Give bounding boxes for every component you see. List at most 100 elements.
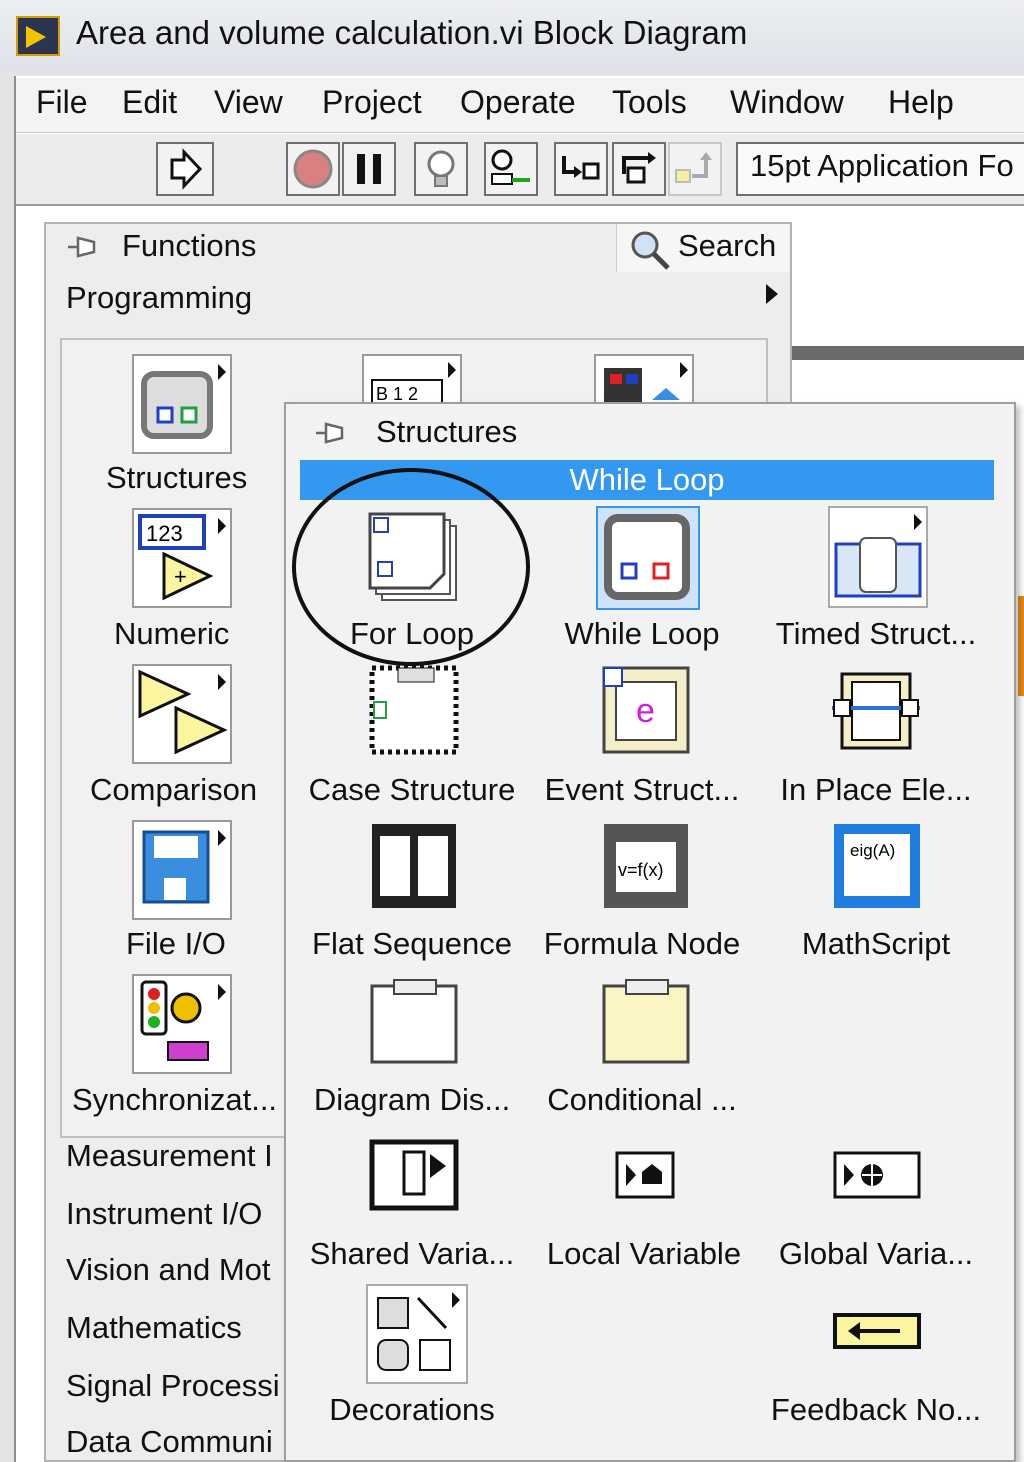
event-structure-item[interactable]: e: [600, 664, 692, 756]
conditional-disable-icon: [602, 979, 690, 1064]
category-comparison-label: Comparison: [90, 772, 258, 807]
category-numeric[interactable]: 123 +: [132, 508, 232, 608]
stop-icon: [293, 149, 333, 189]
local-variable-label: Local Variable: [546, 1236, 742, 1271]
highlight-execution-button[interactable]: [414, 142, 468, 196]
flat-sequence-icon: [372, 824, 456, 908]
palette-item-vision-and-motion[interactable]: Vision and Mot: [66, 1252, 271, 1288]
palette-item-signal-processing[interactable]: Signal Processi: [66, 1368, 280, 1404]
comparison-icon: [138, 669, 228, 755]
category-structures[interactable]: [132, 354, 232, 454]
in-place-element-item[interactable]: [830, 668, 922, 754]
pin-icon[interactable]: [314, 418, 348, 448]
decorations-label: Decorations: [329, 1392, 495, 1427]
menu-help[interactable]: Help: [888, 84, 954, 121]
menu-edit[interactable]: Edit: [122, 84, 177, 121]
event-structure-icon: e: [602, 666, 690, 754]
palette-item-mathematics[interactable]: Mathematics: [66, 1310, 242, 1346]
menu-project[interactable]: Project: [322, 84, 422, 121]
event-structure-label: Event Struct...: [544, 772, 740, 807]
step-out-button[interactable]: [668, 142, 722, 196]
abort-button[interactable]: [286, 142, 340, 196]
category-cluster-partial[interactable]: [594, 354, 694, 404]
shared-variable-label: Shared Varia...: [309, 1236, 515, 1271]
formula-node-label: Formula Node: [543, 926, 741, 961]
retain-wire-values-button[interactable]: [484, 142, 538, 196]
step-out-icon: [675, 152, 712, 183]
step-into-icon: [562, 156, 600, 180]
timed-structure-item[interactable]: [828, 506, 928, 608]
search-icon: [631, 231, 670, 270]
while-loop-item[interactable]: [596, 506, 700, 610]
run-button[interactable]: [156, 142, 214, 196]
diagram-node-edge: [1018, 596, 1024, 696]
menu-window[interactable]: Window: [730, 84, 844, 121]
traffic-light-icon: [140, 980, 226, 1061]
feedback-node-icon: [833, 1313, 921, 1349]
case-structure-item[interactable]: [368, 664, 460, 756]
numeric-icon: 123 +: [138, 514, 226, 601]
menu-operate[interactable]: Operate: [460, 84, 576, 121]
palette-item-instrument-io[interactable]: Instrument I/O: [66, 1196, 262, 1232]
local-variable-item[interactable]: [614, 1150, 676, 1200]
global-variable-icon: [833, 1151, 921, 1199]
category-file-io[interactable]: [132, 820, 232, 920]
feedback-node-label: Feedback No...: [770, 1392, 982, 1427]
category-synchronization[interactable]: [132, 974, 232, 1074]
pin-icon[interactable]: [66, 232, 100, 262]
in-place-element-label: In Place Ele...: [780, 772, 972, 807]
diagram-disable-label: Diagram Dis...: [313, 1082, 511, 1117]
array-icon: B 1 2: [371, 362, 456, 405]
cluster-icon: [604, 362, 688, 404]
step-into-button[interactable]: [554, 142, 608, 196]
programming-section-header[interactable]: Programming: [66, 280, 252, 316]
decorations-icon: [377, 1292, 460, 1371]
event-icon-text: e: [636, 692, 655, 730]
conditional-disable-label: Conditional ...: [547, 1082, 737, 1117]
step-over-button[interactable]: [612, 142, 666, 196]
diagram-disable-item[interactable]: [368, 976, 460, 1066]
shared-variable-icon: [369, 1139, 459, 1211]
svg-text:+: +: [174, 564, 187, 589]
mathscript-item[interactable]: eig(A): [832, 822, 922, 910]
feedback-node-item[interactable]: [832, 1312, 922, 1350]
case-structure-icon: [369, 665, 459, 755]
numeric-icon-text: 123: [146, 521, 183, 546]
shared-variable-item[interactable]: [368, 1138, 460, 1212]
local-variable-icon: [615, 1151, 675, 1199]
palette-item-data-communication[interactable]: Data Communi: [66, 1424, 273, 1460]
diagram-disable-icon: [370, 979, 458, 1064]
formula-node-item[interactable]: v=f(x): [600, 820, 692, 912]
in-place-element-icon: [832, 672, 920, 750]
array-icon-text: B 1 2: [376, 384, 418, 404]
global-variable-label: Global Varia...: [778, 1236, 974, 1271]
pause-button[interactable]: [342, 142, 396, 196]
menu-view[interactable]: View: [214, 84, 283, 121]
category-numeric-label: Numeric: [114, 616, 230, 651]
category-array-partial[interactable]: B 1 2: [362, 354, 462, 405]
while-loop-label: While Loop: [564, 616, 720, 651]
step-over-icon: [622, 152, 656, 184]
functions-palette-title: Functions: [122, 228, 257, 263]
chevron-right-icon: [766, 284, 778, 304]
menu-file[interactable]: File: [36, 84, 88, 121]
palette-item-measurement-io[interactable]: Measurement I: [66, 1138, 273, 1174]
formula-node-icon: v=f(x): [604, 824, 688, 908]
global-variable-item[interactable]: [832, 1150, 922, 1200]
structures-icon: [141, 364, 226, 439]
category-file-io-label: File I/O: [126, 926, 226, 961]
probe-icon: [491, 149, 530, 185]
menu-tools[interactable]: Tools: [612, 84, 687, 121]
case-structure-label: Case Structure: [308, 772, 516, 807]
category-comparison[interactable]: [132, 664, 232, 764]
search-label: Search: [678, 228, 777, 263]
run-arrow-icon: [170, 148, 203, 190]
window-title: Area and volume calculation.vi Block Dia…: [76, 14, 748, 51]
decorations-item[interactable]: [366, 1284, 468, 1384]
flat-sequence-item[interactable]: [368, 820, 460, 912]
lightbulb-icon: [427, 150, 455, 187]
conditional-disable-item[interactable]: [600, 976, 692, 1066]
flat-sequence-label: Flat Sequence: [312, 926, 512, 961]
category-structures-label: Structures: [106, 460, 248, 495]
text-settings-dropdown[interactable]: 15pt Application Fo: [736, 142, 1024, 196]
